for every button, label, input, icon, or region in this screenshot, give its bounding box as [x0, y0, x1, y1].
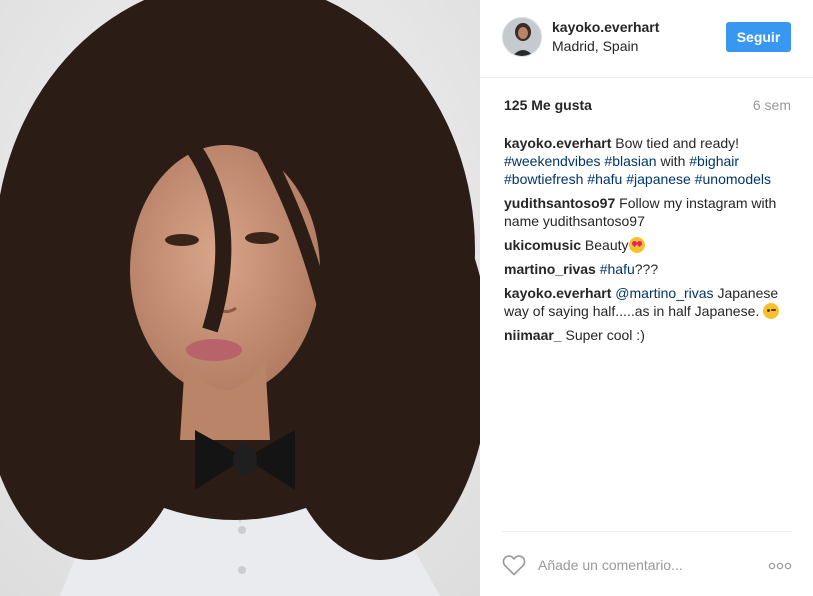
comment-author[interactable]: kayoko.everhart: [504, 285, 611, 301]
hashtag[interactable]: #weekendvibes: [504, 153, 601, 169]
post-author-username[interactable]: kayoko.everhart: [552, 19, 659, 35]
hashtag[interactable]: #bowtiefresh: [504, 171, 583, 187]
comment-author[interactable]: yudithsantoso97: [504, 195, 615, 211]
post-photo[interactable]: [0, 0, 480, 596]
comments-list: kayoko.everhart Bow tied and ready! #wee…: [504, 134, 796, 350]
comment-author[interactable]: kayoko.everhart: [504, 135, 611, 151]
post-details-panel: kayoko.everhart Madrid, Spain Seguir 125…: [480, 0, 813, 596]
post-location[interactable]: Madrid, Spain: [552, 38, 638, 54]
likes-count[interactable]: 125 Me gusta: [504, 97, 592, 113]
heart-outline-icon[interactable]: [502, 554, 526, 576]
hashtag[interactable]: #blasian: [604, 153, 656, 169]
user-mention[interactable]: @martino_rivas: [615, 285, 713, 301]
add-comment-input[interactable]: [538, 552, 748, 578]
comment-text: with: [660, 153, 686, 169]
comment-item: kayoko.everhart @martino_rivas Japanese …: [504, 284, 796, 320]
comment-text: Bow tied and ready!: [615, 135, 740, 151]
comment-item: martino_rivas #hafu???: [504, 260, 796, 278]
comment-bar: [502, 531, 792, 596]
comment-text: Beauty: [584, 237, 629, 253]
hashtag[interactable]: #hafu: [600, 261, 635, 277]
comment-text: ???: [634, 261, 659, 277]
comment-item: niimaar_ Super cool :): [504, 326, 796, 344]
comment-author[interactable]: martino_rivas: [504, 261, 596, 277]
portrait-image: [0, 0, 480, 596]
hashtag[interactable]: #bighair: [689, 153, 739, 169]
more-options-icon[interactable]: [768, 562, 792, 570]
comment-author[interactable]: niimaar_: [504, 327, 562, 343]
winking-emoji-icon: [763, 303, 780, 319]
caption: kayoko.everhart Bow tied and ready! #wee…: [504, 134, 796, 188]
hashtag[interactable]: #unomodels: [695, 171, 771, 187]
comment-item: yudithsantoso97 Follow my instagram with…: [504, 194, 796, 230]
comment-text: Super cool :): [565, 327, 645, 343]
follow-button[interactable]: Seguir: [726, 22, 791, 52]
heart-eyes-emoji-icon: [628, 237, 645, 253]
hashtag[interactable]: #hafu: [587, 171, 622, 187]
avatar-image: [503, 18, 541, 56]
hashtag[interactable]: #japanese: [626, 171, 691, 187]
comment-author[interactable]: ukicomusic: [504, 237, 581, 253]
post-header: kayoko.everhart Madrid, Spain Seguir: [480, 0, 813, 78]
avatar[interactable]: [502, 17, 542, 57]
post-time[interactable]: 6 sem: [753, 97, 791, 113]
comment-item: ukicomusic Beauty: [504, 236, 796, 254]
